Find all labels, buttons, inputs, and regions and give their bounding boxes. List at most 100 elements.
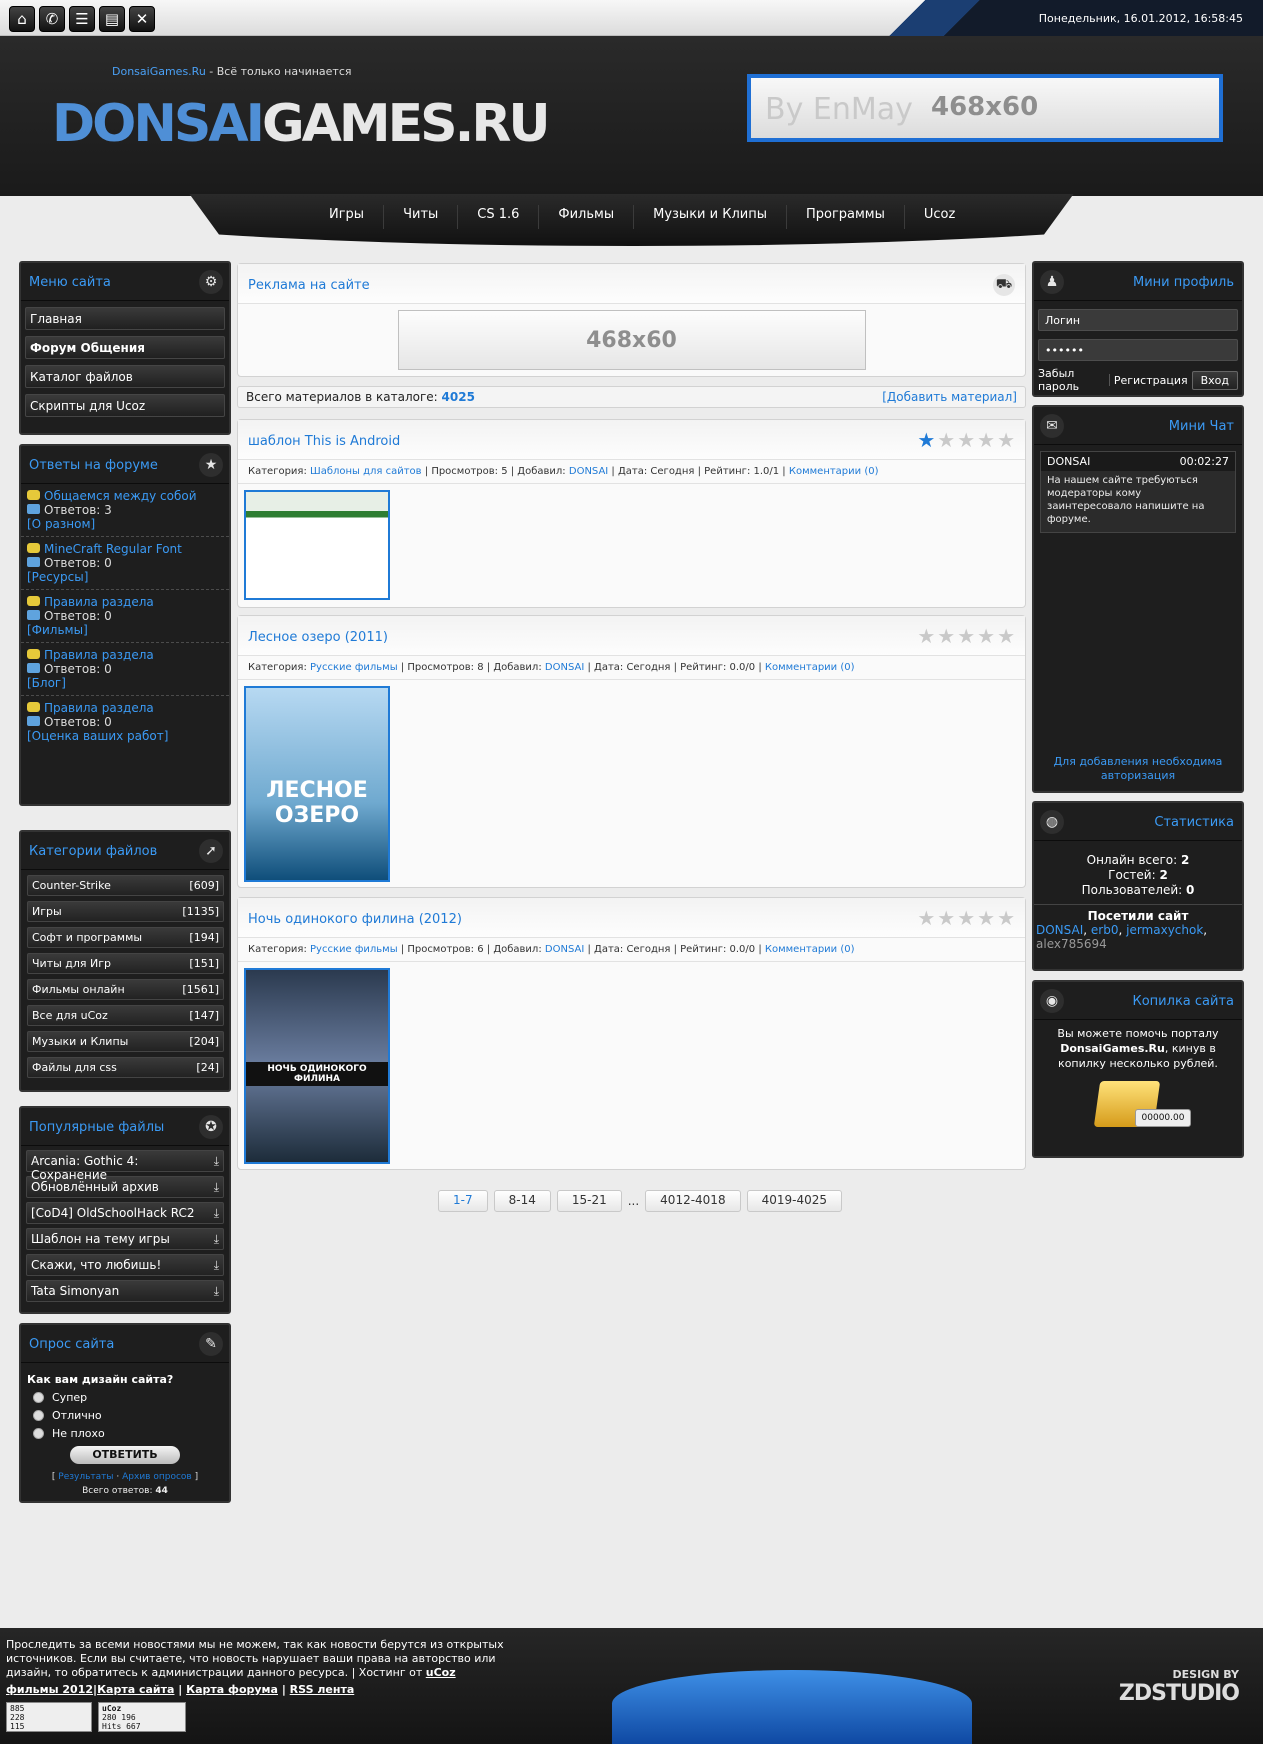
page-link[interactable]: 1-7	[438, 1190, 488, 1212]
download-icon[interactable]: ⤓	[214, 1154, 219, 1171]
star-icon[interactable]: ★	[977, 626, 995, 646]
visitor-link[interactable]: DONSAI	[1036, 923, 1083, 937]
poll-option[interactable]: Отлично	[33, 1409, 223, 1422]
entry-thumbnail[interactable]: НОЧЬ ОДИНОКОГО ФИЛИНА	[244, 968, 390, 1164]
page-link[interactable]: 8-14	[493, 1190, 551, 1212]
poll-results-link[interactable]: Результаты	[58, 1472, 113, 1482]
login-button[interactable]: Вход	[1191, 370, 1238, 390]
header-banner[interactable]: By EnMay 468x60	[747, 74, 1223, 142]
poll-archive-link[interactable]: Архив опросов	[122, 1472, 192, 1482]
radio-button[interactable]	[33, 1392, 44, 1403]
category-item[interactable]: Игры [1135]	[27, 901, 224, 922]
nav-item-programs[interactable]: Программы	[787, 205, 905, 229]
forum-section-link[interactable]: [Фильмы]	[27, 623, 88, 637]
nav-item-films[interactable]: Фильмы	[539, 205, 635, 229]
hit-counter[interactable]: 885 228 115	[6, 1702, 92, 1732]
popular-file-item[interactable]: Скажи, что любишь! ⤓	[26, 1254, 224, 1276]
category-item[interactable]: Фильмы онлайн [1561]	[27, 979, 224, 1000]
menu-item-forum[interactable]: Форум Общения	[25, 336, 225, 359]
popular-file-item[interactable]: Arcania: Gothic 4: Сохранение ⤓	[26, 1150, 224, 1182]
forum-topic-link[interactable]: Правила раздела	[44, 701, 154, 715]
forum-topic-link[interactable]: MineCraft Regular Font	[44, 542, 182, 556]
star-icon[interactable]: ★	[957, 626, 975, 646]
chat-auth-note[interactable]: Для добавления необходима авторизация	[1034, 755, 1242, 783]
star-icon[interactable]: ★	[997, 626, 1015, 646]
rating-stars[interactable]: ★ ★ ★ ★ ★	[917, 430, 1015, 450]
chat-icon[interactable]: ✆	[39, 6, 65, 32]
sitemap-link[interactable]: Карта сайта	[97, 1683, 174, 1696]
popular-file-item[interactable]: Tata Simonyan ⤓	[26, 1280, 224, 1302]
ucoz-counter[interactable]: uCoz 280 196 Hits 667	[98, 1702, 186, 1732]
star-icon[interactable]: ★	[917, 908, 935, 928]
ucoz-link[interactable]: uCoz	[426, 1666, 456, 1679]
popular-file-item[interactable]: Шаблон на тему игры ⤓	[26, 1228, 224, 1250]
notes-icon[interactable]: ☰	[69, 6, 95, 32]
login-input[interactable]: Логин	[1038, 309, 1238, 331]
entry-title-link[interactable]: Ночь одинокого филина (2012)	[248, 912, 462, 927]
popular-file-item[interactable]: Обновлённый архив ⤓	[26, 1176, 224, 1198]
forum-topic-link[interactable]: Общаемся между собой	[44, 489, 197, 503]
tools-icon[interactable]: ✕	[129, 6, 155, 32]
download-icon[interactable]: ⤓	[214, 1232, 219, 1249]
entry-thumbnail[interactable]	[244, 490, 390, 600]
rating-stars[interactable]: ★ ★ ★ ★ ★	[917, 626, 1015, 646]
vote-button[interactable]: ОТВЕТИТЬ	[70, 1446, 180, 1464]
register-link[interactable]: Регистрация	[1114, 374, 1188, 387]
star-icon[interactable]: ★	[977, 908, 995, 928]
entry-comments-link[interactable]: Комментарии (0)	[789, 466, 879, 477]
star-icon[interactable]: ★	[957, 908, 975, 928]
star-icon[interactable]: ★	[997, 908, 1015, 928]
star-icon[interactable]: ★	[977, 430, 995, 450]
radio-button[interactable]	[33, 1410, 44, 1421]
page-link[interactable]: 4012-4018	[645, 1190, 741, 1212]
download-icon[interactable]: ⤓	[214, 1180, 219, 1197]
forum-section-link[interactable]: [Ресурсы]	[27, 570, 88, 584]
password-input[interactable]: ••••••	[1038, 339, 1238, 361]
category-item[interactable]: Музыки и Клипы [204]	[27, 1031, 224, 1052]
forum-map-link[interactable]: Карта форума	[186, 1683, 278, 1696]
category-item[interactable]: Все для uCoz [147]	[27, 1005, 224, 1026]
star-icon[interactable]: ★	[957, 430, 975, 450]
star-icon[interactable]: ★	[937, 430, 955, 450]
forum-topic-link[interactable]: Правила раздела	[44, 595, 154, 609]
nav-item-ucoz[interactable]: Ucoz	[905, 205, 974, 229]
forum-section-link[interactable]: [Блог]	[27, 676, 66, 690]
category-item[interactable]: Читы для Игр [151]	[27, 953, 224, 974]
entry-author-link[interactable]: DONSAI	[569, 466, 608, 477]
entry-category-link[interactable]: Русские фильмы	[310, 662, 398, 673]
nav-item-games[interactable]: Игры	[310, 205, 385, 229]
menu-item-home[interactable]: Главная	[25, 307, 225, 330]
popular-file-item[interactable]: [CoD4] OldSchoolHack RC2 ⤓	[26, 1202, 224, 1224]
category-item[interactable]: Counter-Strike [609]	[27, 875, 224, 896]
visitor-link[interactable]: jermaxychok	[1126, 923, 1203, 937]
poll-option[interactable]: Супер	[33, 1391, 223, 1404]
star-icon[interactable]: ★	[917, 626, 935, 646]
forum-section-link[interactable]: [Оценка ваших работ]	[27, 729, 168, 743]
forum-topic-link[interactable]: Правила раздела	[44, 648, 154, 662]
visitor-link[interactable]: erb0	[1091, 923, 1119, 937]
page-link[interactable]: 15-21	[556, 1190, 622, 1212]
money-card-icon[interactable]: 00000.00	[1093, 1081, 1191, 1133]
entry-comments-link[interactable]: Комментарии (0)	[765, 944, 855, 955]
forgot-password-link[interactable]: Забыл пароль	[1038, 367, 1105, 393]
page-icon[interactable]: ▤	[99, 6, 125, 32]
forum-section-link[interactable]: [О разном]	[27, 517, 95, 531]
category-item[interactable]: Софт и программы [194]	[27, 927, 224, 948]
home-icon[interactable]: ⌂	[9, 6, 35, 32]
entry-author-link[interactable]: DONSAI	[545, 944, 584, 955]
site-logo[interactable]: DONSAI GAMES.RU	[52, 76, 551, 171]
entry-comments-link[interactable]: Комментарии (0)	[765, 662, 855, 673]
star-icon[interactable]: ★	[997, 430, 1015, 450]
nav-item-cs[interactable]: CS 1.6	[458, 205, 540, 229]
entry-category-link[interactable]: Русские фильмы	[310, 944, 398, 955]
films-2012-link[interactable]: фильмы 2012	[6, 1683, 93, 1696]
rss-link[interactable]: RSS лента	[290, 1683, 355, 1696]
rating-stars[interactable]: ★ ★ ★ ★ ★	[917, 908, 1015, 928]
design-credit[interactable]: DESIGN BY ZDSTUDIO	[1119, 1668, 1240, 1706]
nav-item-music[interactable]: Музыки и Клипы	[634, 205, 787, 229]
entry-thumbnail[interactable]: ЛЕСНОЕ ОЗЕРО	[244, 686, 390, 882]
nav-item-cheats[interactable]: Читы	[384, 205, 459, 229]
entry-author-link[interactable]: DONSAI	[545, 662, 584, 673]
radio-button[interactable]	[33, 1428, 44, 1439]
star-icon[interactable]: ★	[937, 626, 955, 646]
